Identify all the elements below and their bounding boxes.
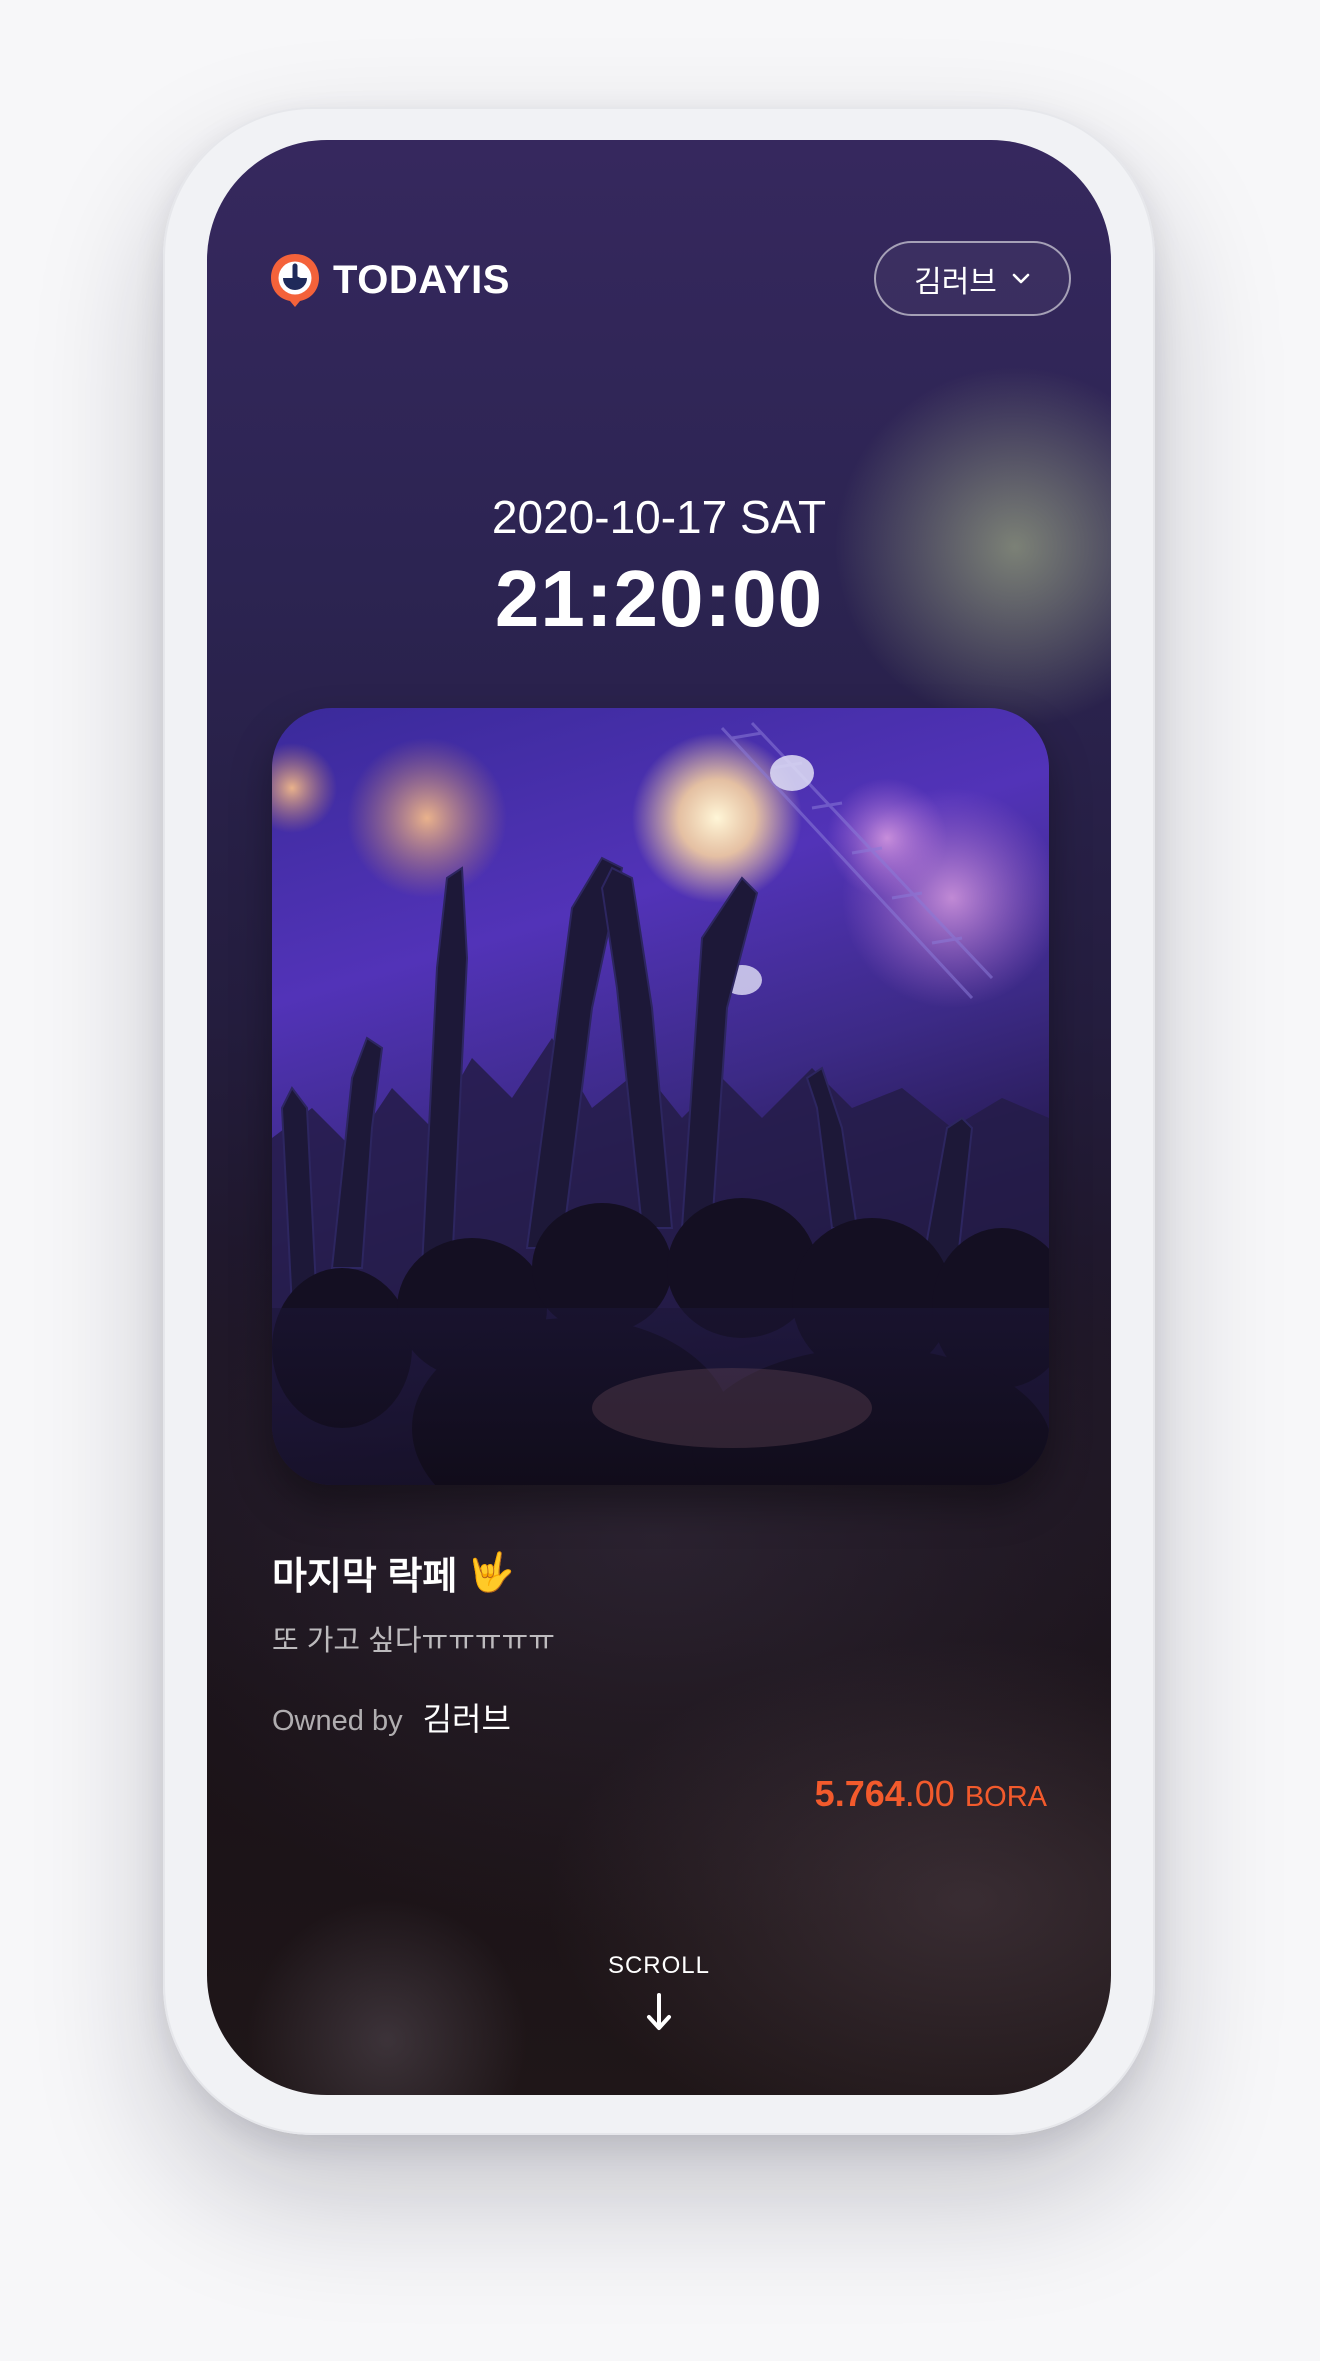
- concert-photo[interactable]: [272, 708, 1049, 1485]
- date-label: 2020-10-17 SAT: [491, 491, 827, 543]
- phone-screen[interactable]: TODAYIS 김러브 2020-10-17 SAT 21:20:00 마지막 …: [207, 140, 1111, 2095]
- price-tag: 5.764 .00 BORA: [815, 1773, 1047, 1815]
- post-title: 마지막 락페 🤟: [272, 1545, 515, 1600]
- logo-text: TODAYIS: [333, 257, 510, 302]
- arrow-down-icon[interactable]: [645, 1992, 673, 2032]
- concert-photo-image: [272, 708, 1049, 1485]
- scroll-label[interactable]: SCROLL: [207, 1952, 1111, 1980]
- owned-by-label: Owned by: [272, 1705, 403, 1737]
- price-unit: BORA: [964, 1781, 1047, 1813]
- user-name: 김러브: [914, 265, 997, 299]
- clock-speech-bubble-icon: [271, 254, 319, 307]
- todayis-logo[interactable]: TODAYIS: [269, 252, 510, 308]
- time-label: 21:20:00: [494, 554, 824, 643]
- price-integer: 5.764: [814, 1773, 905, 1814]
- owner-name[interactable]: 김러브: [423, 1694, 511, 1740]
- owner-line: Owned by 김러브: [272, 1694, 511, 1740]
- chevron-down-icon: [1012, 273, 1030, 283]
- price-decimal: .00: [904, 1773, 955, 1814]
- post-subtitle: 또 가고 싶다ㅠㅠㅠㅠㅠ: [272, 1625, 555, 1657]
- post-title-text: 마지막 락페: [272, 1556, 458, 1598]
- rock-hand-emoji: 🤟: [467, 1551, 515, 1594]
- user-menu-button[interactable]: 김러브: [874, 241, 1071, 316]
